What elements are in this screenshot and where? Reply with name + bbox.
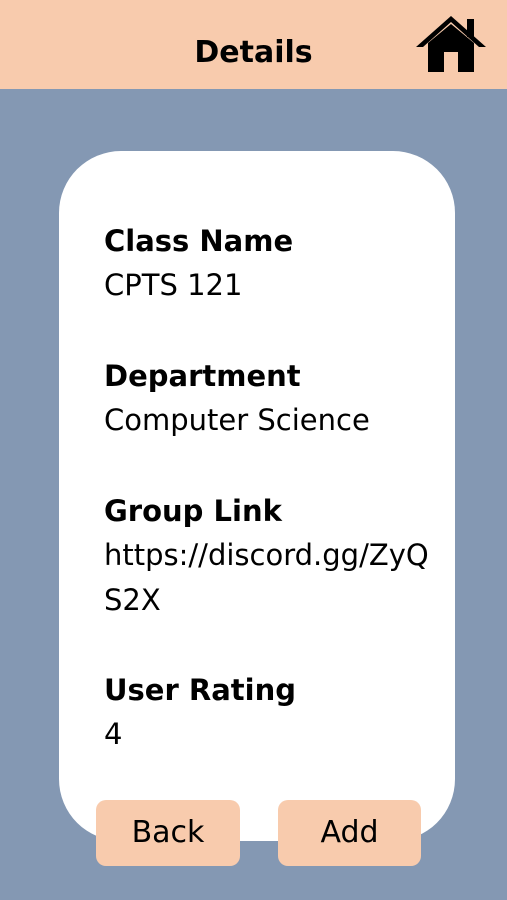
- user-rating-value: 4: [104, 717, 123, 751]
- class-name-value: CPTS 121: [104, 268, 243, 302]
- department-value: Computer Science: [104, 403, 370, 437]
- group-link-value[interactable]: https://discord.gg/ZyQS2X: [104, 533, 444, 623]
- back-button[interactable]: Back: [96, 800, 240, 866]
- home-button[interactable]: [414, 12, 488, 74]
- class-name-label: Class Name: [104, 224, 294, 258]
- group-link-label: Group Link: [104, 494, 282, 528]
- add-button[interactable]: Add: [278, 800, 421, 866]
- home-icon: [416, 16, 486, 72]
- header-bar: Details: [0, 0, 507, 89]
- department-label: Department: [104, 359, 301, 393]
- user-rating-label: User Rating: [104, 673, 296, 707]
